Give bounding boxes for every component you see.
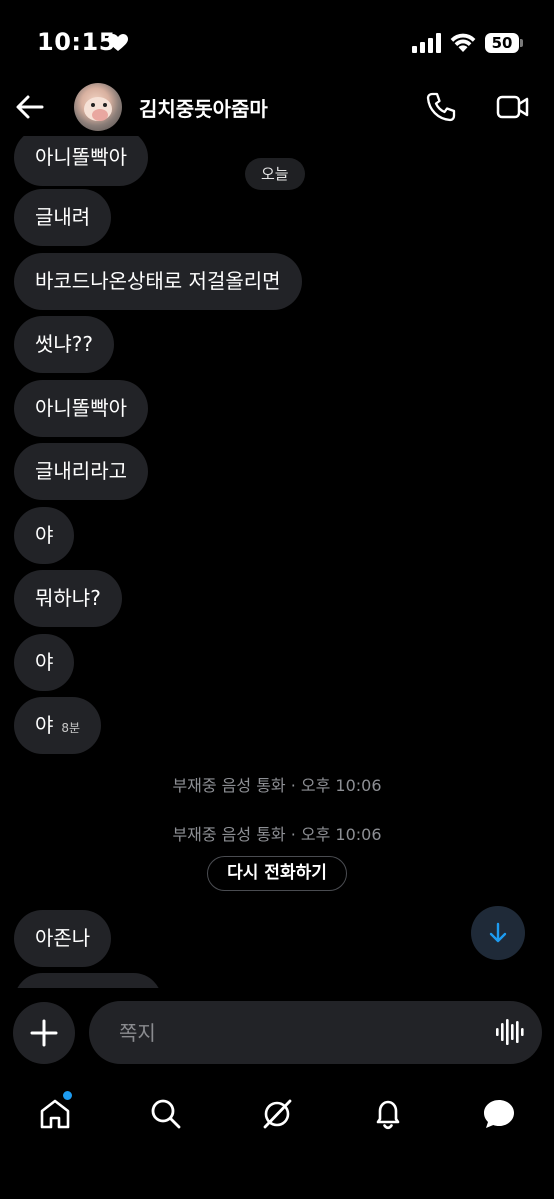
- message-text: 야: [35, 523, 54, 547]
- home-icon: [40, 1099, 70, 1129]
- plus-icon: [30, 1019, 58, 1047]
- home-indicator: [146, 1180, 408, 1186]
- contact-name[interactable]: 김치중돗아줌마: [139, 93, 268, 122]
- message-bubble[interactable]: 야: [14, 634, 75, 691]
- battery-level: 50: [485, 33, 519, 53]
- message-text: 뭐하냐?: [35, 586, 101, 610]
- avatar[interactable]: [74, 83, 122, 131]
- message-text: 글내려: [35, 205, 91, 229]
- message-text: 야: [35, 650, 54, 674]
- missed-call-notice: 부재중 음성 통화 · 오후 10:06: [172, 825, 382, 844]
- missed-call-notice: 부재중 음성 통화 · 오후 10:06: [172, 776, 382, 795]
- voice-message-icon[interactable]: [495, 1018, 525, 1046]
- message-bubble[interactable]: 아존나: [14, 910, 112, 967]
- message-list[interactable]: 아니똘빡아 오늘 글내려 바코드나온상태로 저걸올리면 썻냐?? 아니똘빡아 글…: [0, 136, 554, 988]
- message-timestamp: 8분: [61, 721, 81, 735]
- nav-grok[interactable]: [255, 1092, 299, 1136]
- scroll-to-bottom-button[interactable]: [471, 906, 525, 960]
- arrow-down-icon: [489, 922, 507, 943]
- message-bubble[interactable]: 뭐하냐?: [14, 570, 122, 627]
- search-icon: [151, 1099, 181, 1129]
- date-chip: 오늘: [245, 158, 305, 190]
- video-call-icon[interactable]: [496, 92, 530, 122]
- status-time: 10:15: [37, 28, 116, 56]
- battery-indicator: 50: [485, 33, 523, 53]
- message-text: 글내리라고: [35, 459, 127, 483]
- battery-cap: [520, 39, 523, 47]
- bottom-navigation: [0, 1080, 554, 1150]
- notifications-icon: [376, 1100, 400, 1130]
- message-bubble[interactable]: [14, 973, 162, 988]
- message-bubble[interactable]: 야 8분: [14, 697, 102, 754]
- message-bubble[interactable]: 아니똘빡아: [14, 380, 148, 437]
- message-bubble[interactable]: 글내려: [14, 189, 112, 246]
- nav-notifications[interactable]: [366, 1092, 410, 1136]
- avatar-eye: [91, 103, 95, 107]
- message-bubble[interactable]: 글내리라고: [14, 443, 148, 500]
- message-bubble[interactable]: 썻냐??: [14, 316, 115, 373]
- message-text: 아니똘빡아: [35, 396, 127, 420]
- message-bubble[interactable]: 바코드나온상태로 저걸올리면: [14, 253, 302, 310]
- message-input[interactable]: [89, 1001, 542, 1064]
- message-text: 썻냐??: [35, 332, 94, 356]
- message-bubble[interactable]: 야: [14, 507, 75, 564]
- message-bubble[interactable]: 아니똘빡아: [14, 136, 148, 186]
- message-text: 야: [35, 713, 54, 737]
- grok-icon: [263, 1099, 292, 1129]
- nav-messages[interactable]: [477, 1092, 521, 1136]
- phone-icon[interactable]: [425, 91, 457, 123]
- status-bar: 10:15 50: [0, 0, 554, 88]
- messages-icon: [484, 1100, 514, 1128]
- add-attachment-button[interactable]: [13, 1002, 75, 1064]
- heart-icon: [108, 34, 128, 51]
- message-text: 아니똘빡아: [35, 145, 127, 169]
- notification-dot: [62, 1090, 73, 1101]
- call-back-button[interactable]: 다시 전화하기: [207, 856, 347, 891]
- message-text: 바코드나온상태로 저걸올리면: [35, 269, 281, 293]
- avatar-eye: [103, 103, 107, 107]
- avatar-snout: [92, 109, 108, 121]
- conversation-header: 김치중돗아줌마: [0, 78, 554, 136]
- message-text: 아존나: [35, 926, 91, 950]
- nav-search[interactable]: [144, 1092, 188, 1136]
- back-arrow-icon[interactable]: [14, 92, 46, 122]
- wifi-icon: [450, 33, 476, 52]
- signal-icon: [412, 33, 441, 53]
